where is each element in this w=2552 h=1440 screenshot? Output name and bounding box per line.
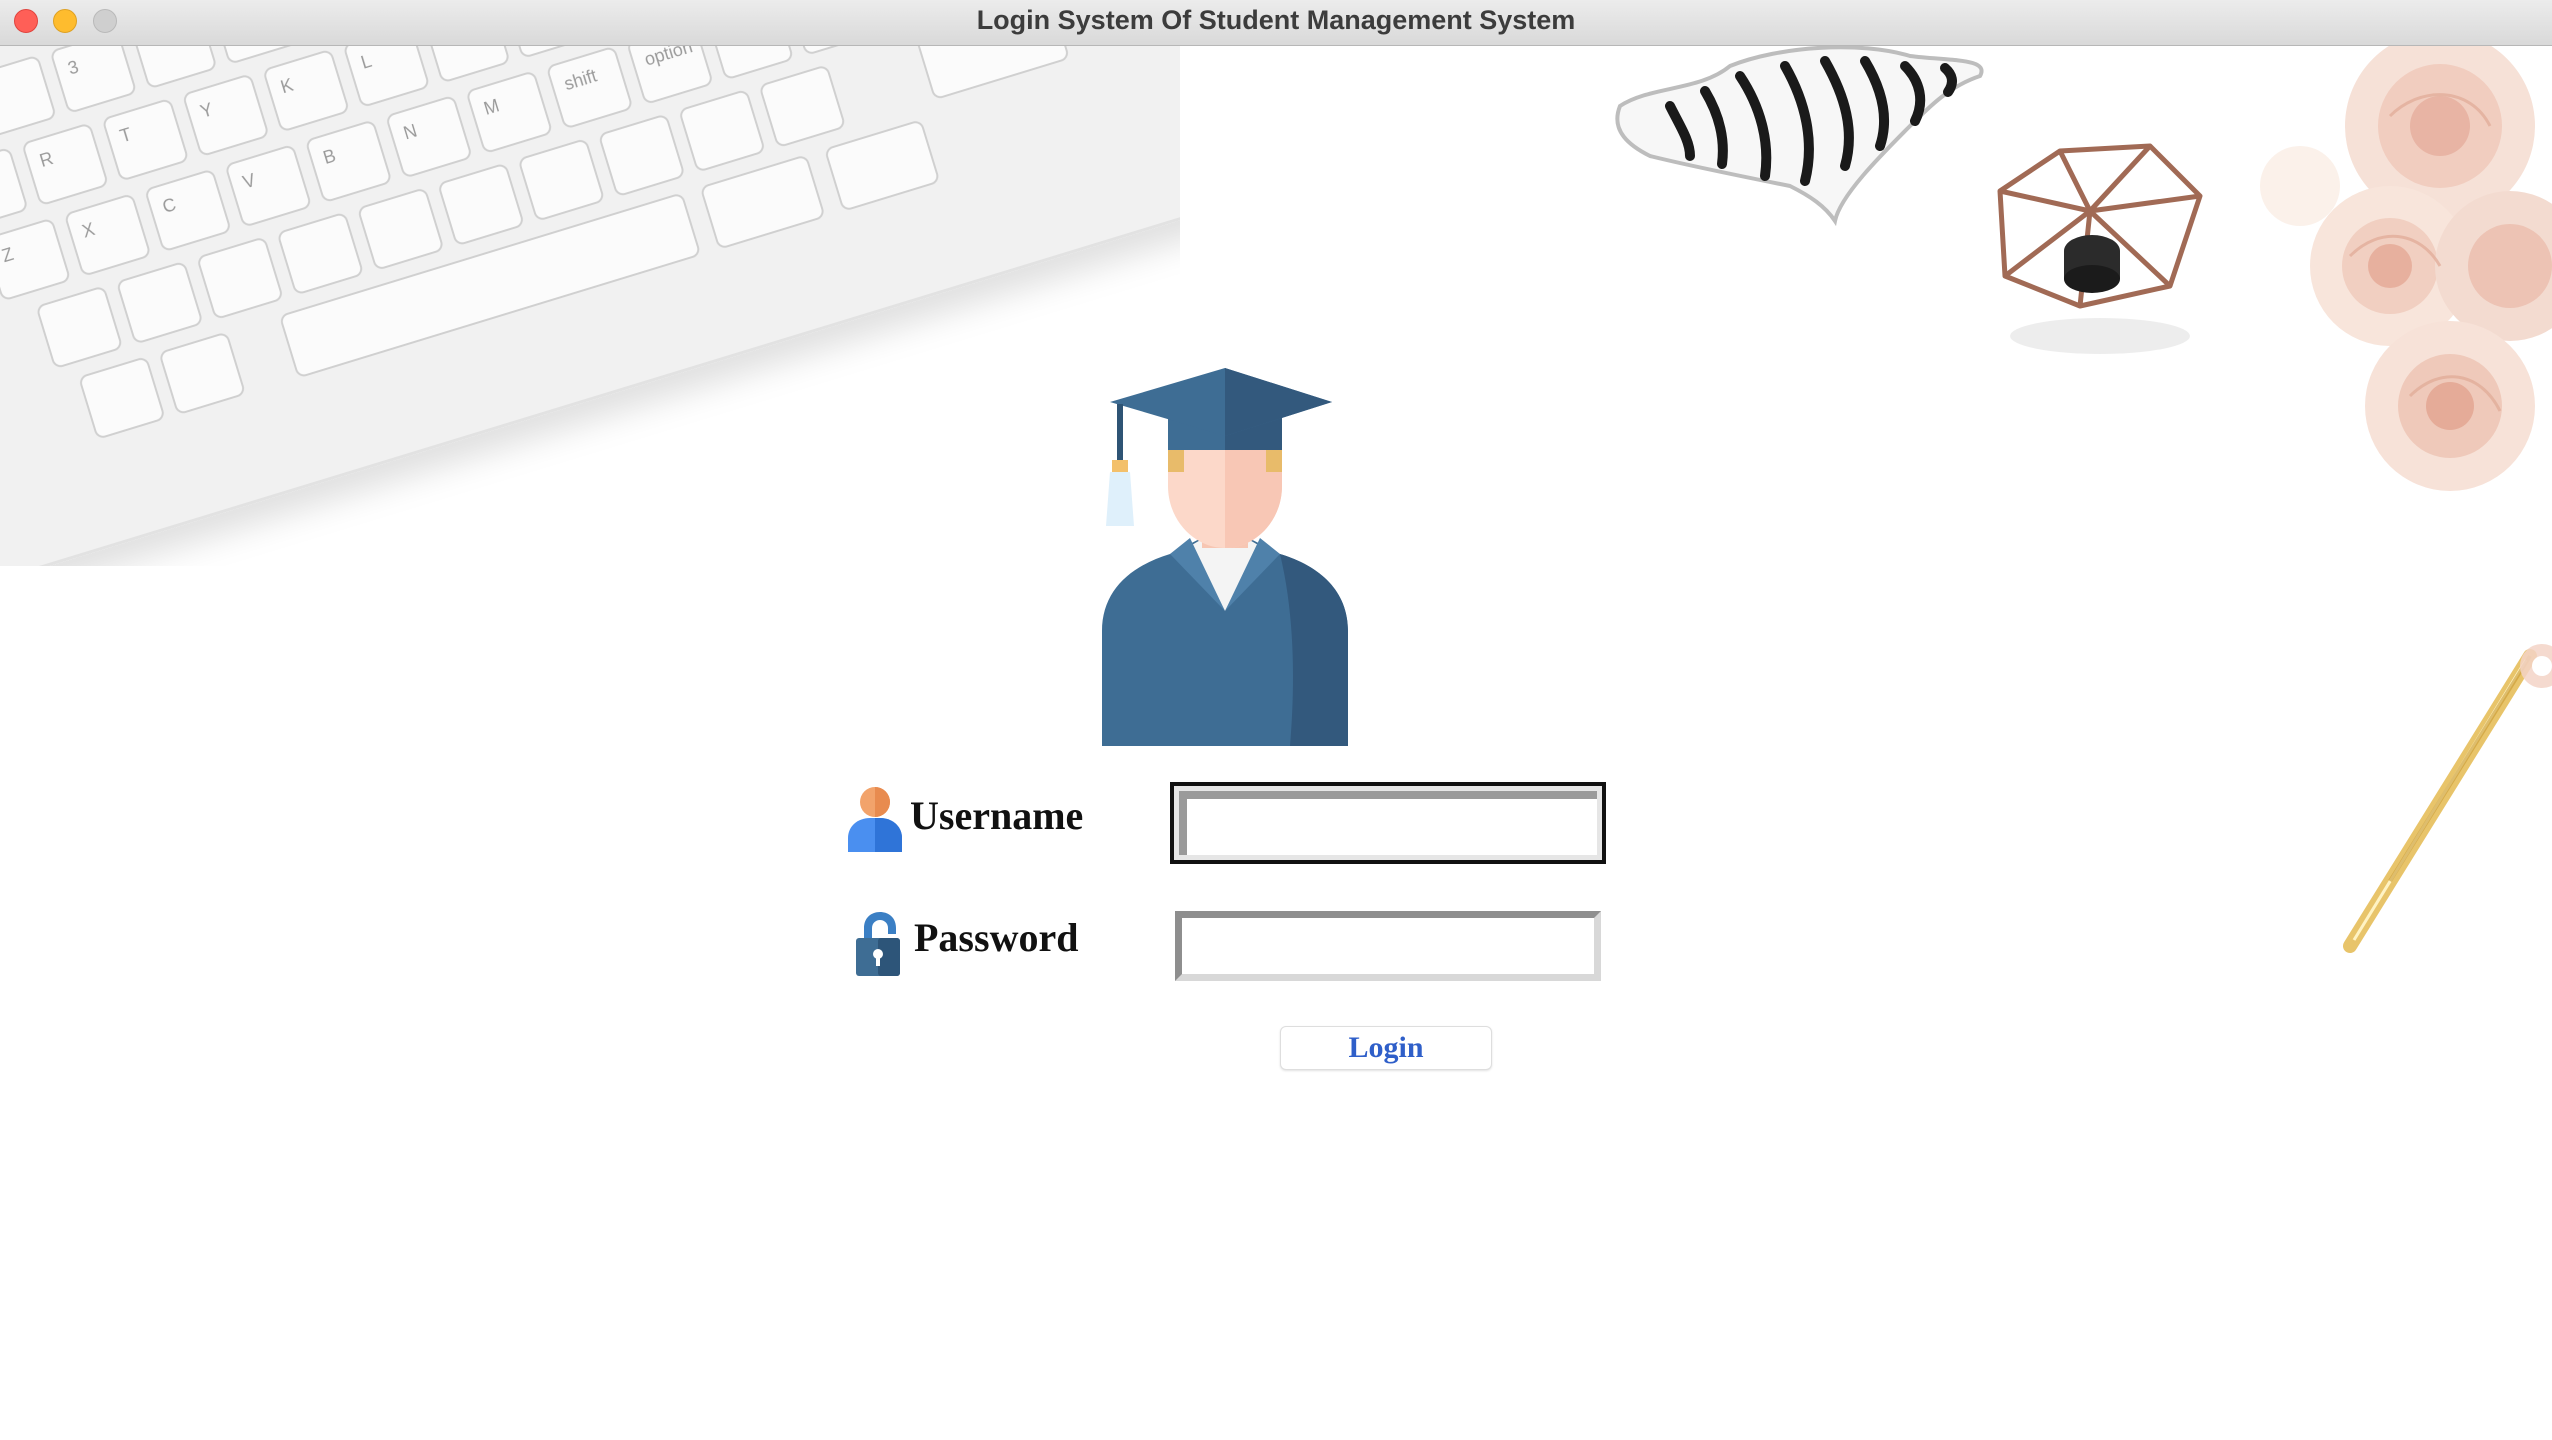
login-button[interactable]: Login xyxy=(1280,1026,1492,1070)
keyboard-background-image: F33456UERTYKLDFGHJSZXCVBNMshiftoptioncom… xyxy=(0,46,1180,566)
user-icon xyxy=(848,787,902,852)
password-label: Password xyxy=(914,915,1079,960)
graduate-student-icon xyxy=(1102,368,1348,746)
username-input[interactable] xyxy=(1170,782,1606,864)
lock-icon xyxy=(856,912,900,976)
title-bar: Login System Of Student Management Syste… xyxy=(0,0,2552,46)
username-label: Username xyxy=(910,793,1084,838)
gold-pen-image xyxy=(2343,644,2552,953)
candle-holder-image xyxy=(1997,143,2203,354)
roses-image xyxy=(2260,46,2552,491)
window-title: Login System Of Student Management Syste… xyxy=(976,5,1576,35)
password-input[interactable] xyxy=(1175,911,1601,981)
zebra-tray-image xyxy=(1615,46,1984,227)
login-window-content: F33456UERTYKLDFGHJSZXCVBNMshiftoptioncom… xyxy=(0,46,2552,1440)
